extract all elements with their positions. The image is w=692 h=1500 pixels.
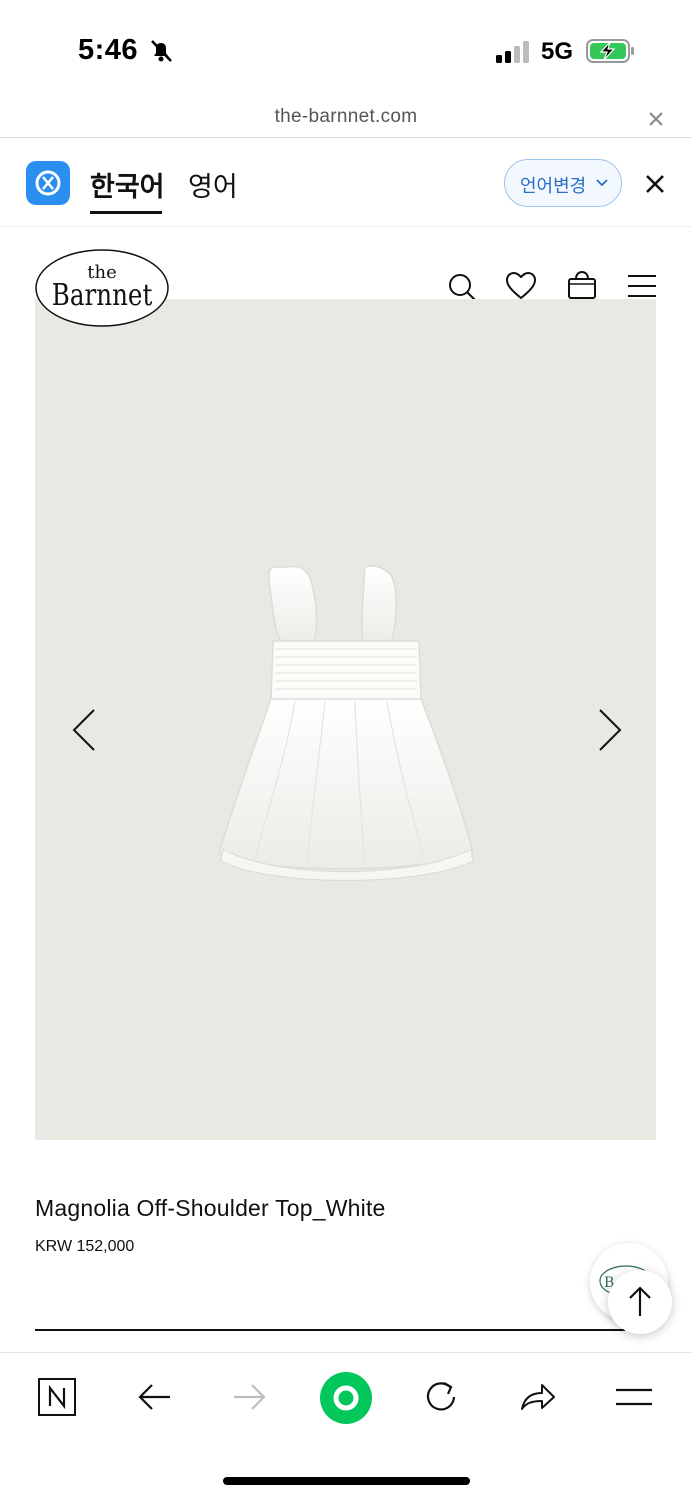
papago-logo-icon	[26, 161, 70, 205]
site-logo[interactable]: the Barnnet	[34, 248, 170, 328]
home-circle-icon[interactable]	[318, 1370, 374, 1426]
status-bar: 5:46 5G	[0, 0, 692, 100]
share-icon[interactable]	[516, 1375, 560, 1419]
network-label: 5G	[541, 38, 574, 65]
product-price: KRW 152,000	[35, 1238, 135, 1255]
bell-slash-icon	[151, 40, 172, 62]
divider	[35, 1329, 625, 1331]
change-language-button[interactable]: 언어변경	[504, 159, 622, 207]
change-language-label: 언어변경	[520, 176, 587, 197]
browser-toolbar	[0, 1352, 692, 1500]
forward-arrow-icon[interactable]	[228, 1375, 272, 1419]
signal-icon	[496, 41, 529, 63]
naver-n-icon[interactable]	[35, 1375, 79, 1419]
close-icon[interactable]	[644, 173, 666, 195]
active-tab-indicator	[90, 211, 162, 214]
back-arrow-icon[interactable]	[132, 1375, 176, 1419]
chevron-right-icon[interactable]	[594, 706, 624, 754]
status-time: 5:46	[78, 34, 139, 66]
chevron-down-icon	[596, 179, 608, 187]
translate-bar: 한국어 영어 언어변경	[0, 139, 692, 227]
url-bar[interactable]: the-barnnet.com	[0, 100, 692, 138]
tab-english[interactable]: 영어	[188, 165, 238, 204]
reload-icon[interactable]	[420, 1375, 464, 1419]
tab-korean[interactable]: 한국어	[90, 165, 165, 204]
product-image[interactable]	[35, 299, 656, 1140]
menu-icon[interactable]	[612, 1375, 656, 1419]
product-name[interactable]: Magnolia Off-Shoulder Top_White	[35, 1195, 386, 1222]
scroll-to-top-button[interactable]	[608, 1270, 672, 1334]
arrow-up-icon	[629, 1286, 651, 1316]
logo-brand-text: Barnnet	[52, 279, 153, 313]
product-photo	[218, 564, 474, 882]
chevron-left-icon[interactable]	[70, 706, 100, 754]
close-icon[interactable]	[645, 108, 667, 130]
home-indicator	[223, 1477, 470, 1485]
battery-charging-icon	[586, 39, 634, 63]
url-text[interactable]: the-barnnet.com	[0, 106, 692, 128]
